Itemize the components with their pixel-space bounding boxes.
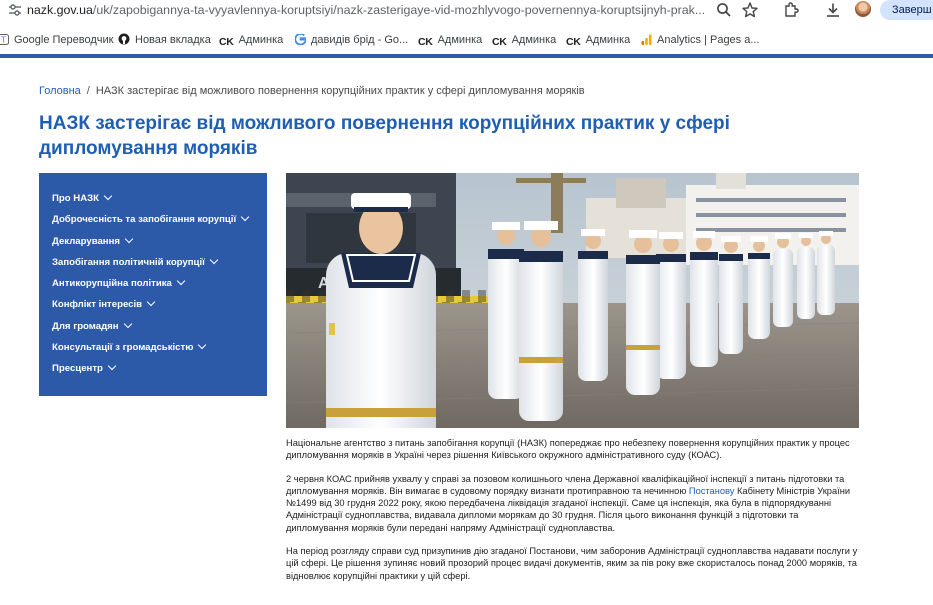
url-host: nazk.gov.ua — [27, 3, 93, 17]
bookmark-label: давидів брід - Go... — [311, 34, 409, 46]
sidebar-item-label: Декларування — [52, 235, 120, 247]
extensions-icon[interactable] — [782, 1, 800, 19]
bookmark-label: Админка — [511, 34, 557, 46]
site-settings-icon[interactable] — [8, 3, 22, 17]
sidebar-item-label: Конфлікт інтересів — [52, 299, 143, 311]
sidebar-item-label: Запобігання політичній корупції — [52, 256, 205, 268]
site-header-band — [0, 54, 933, 58]
bookmark-google-translate[interactable]: T Google Переводчик — [0, 33, 114, 47]
ck-icon: CK — [492, 36, 507, 48]
sidebar-item-label: Про НАЗК — [52, 193, 100, 204]
chevron-down-icon — [176, 276, 186, 286]
sidebar-item-integrity[interactable]: Доброчесність та запобігання корупції — [39, 209, 267, 230]
url-text[interactable]: nazk.gov.ua/uk/zapobigannya-ta-vyyavlenn… — [27, 3, 707, 17]
chevron-down-icon — [123, 319, 132, 329]
sidebar-item-label: Антикорупційна політика — [52, 278, 172, 290]
bookmark-label: Новая вкладка — [135, 34, 211, 46]
article-paragraph-2: 2 червня КОАС прийняв ухвалу у справі за… — [286, 473, 860, 534]
breadcrumb-home-link[interactable]: Головна — [39, 85, 81, 97]
chevron-down-icon — [146, 298, 156, 307]
ck-icon: CK — [219, 36, 234, 48]
bookmark-admin-4[interactable]: CK Админка — [566, 33, 631, 48]
sidebar-item-label: Для громадян — [52, 320, 119, 332]
github-icon — [118, 33, 130, 45]
bookmark-google-search[interactable]: давидів брід - Go... — [295, 33, 408, 47]
bookmarks-bar: T Google Переводчик Новая вкладка CK Админ… — [0, 30, 933, 50]
bookmark-new-tab[interactable]: Новая вкладка — [118, 33, 211, 47]
bookmark-analytics[interactable]: Analytics | Pages a... — [641, 33, 760, 47]
article-body: Національне агентство з питань запобіган… — [286, 437, 860, 593]
sidebar-item-political-corruption[interactable]: Запобігання політичній корупції — [39, 252, 267, 273]
sidebar-item-anticorruption-policy[interactable]: Антикорупційна політика — [39, 273, 267, 294]
page-title: НАЗК застерігає від можливого повернення… — [39, 113, 730, 159]
bookmark-label: Analytics | Pages a... — [657, 34, 760, 46]
breadcrumb: Головна / НАЗК застерігає від можливого по… — [39, 84, 585, 98]
sidebar-item-for-citizens[interactable]: Для громадян — [39, 316, 267, 337]
url-path: /uk/zapobigannya-ta-vyyavlennya-koruptsi… — [92, 3, 706, 17]
ck-icon: CK — [566, 36, 581, 48]
address-bar[interactable]: nazk.gov.ua/uk/zapobigannya-ta-vyyavlenn… — [0, 0, 933, 22]
article-photo: AS — [286, 173, 859, 428]
zoom-icon[interactable] — [715, 1, 733, 19]
google-icon — [295, 34, 306, 45]
translate-icon: T — [0, 34, 9, 45]
bookmark-label: Google Переводчик — [14, 34, 114, 46]
bookmark-star-icon[interactable] — [741, 1, 759, 19]
bookmark-label: Админка — [437, 34, 483, 46]
sidebar-item-about[interactable]: Про НАЗК — [39, 188, 267, 209]
chevron-down-icon — [103, 191, 113, 201]
sidebar-item-label: Консультації з громадськістю — [52, 342, 194, 354]
bookmark-admin-2[interactable]: CK Админка — [418, 33, 483, 48]
sidebar-item-press-center[interactable]: Пресцентр — [39, 358, 267, 379]
sidebar-item-declarations[interactable]: Декларування — [39, 231, 267, 252]
breadcrumb-current: НАЗК застерігає від можливого повернення… — [95, 85, 585, 97]
sidebar-item-conflict-of-interest[interactable]: Конфлікт інтересів — [39, 294, 267, 315]
sidebar-item-label: Пресцентр — [52, 363, 103, 375]
update-button[interactable]: Заверш — [880, 0, 933, 20]
analytics-icon — [641, 34, 652, 45]
resolution-link[interactable]: Постанову — [689, 486, 735, 496]
ck-icon: CK — [418, 36, 433, 48]
bookmark-admin-3[interactable]: CK Админка — [492, 33, 557, 48]
download-icon[interactable] — [824, 1, 842, 19]
svg-text:T: T — [0, 36, 6, 45]
chevron-down-icon — [209, 255, 219, 265]
sidebar-item-label: Доброчесність та запобігання корупції — [52, 214, 237, 226]
profile-avatar[interactable] — [855, 1, 871, 17]
bookmark-label: Админка — [585, 34, 631, 46]
sidebar-item-consultations[interactable]: Консультації з громадськістю — [39, 337, 267, 358]
chevron-down-icon — [240, 213, 250, 222]
chevron-down-icon — [107, 362, 117, 371]
article-paragraph-1: Національне агентство з питань запобіган… — [286, 438, 850, 461]
article-paragraph-3: На період розгляду справи суд призупинив… — [286, 546, 858, 581]
bookmark-label: Админка — [238, 34, 284, 46]
chevron-down-icon — [124, 234, 134, 243]
sidebar-menu: Про НАЗК Доброчесність та запобігання ко… — [39, 173, 267, 396]
bookmark-admin-1[interactable]: CK Админка — [219, 33, 284, 48]
breadcrumb-separator: / — [86, 85, 90, 97]
chevron-down-icon — [198, 340, 207, 350]
